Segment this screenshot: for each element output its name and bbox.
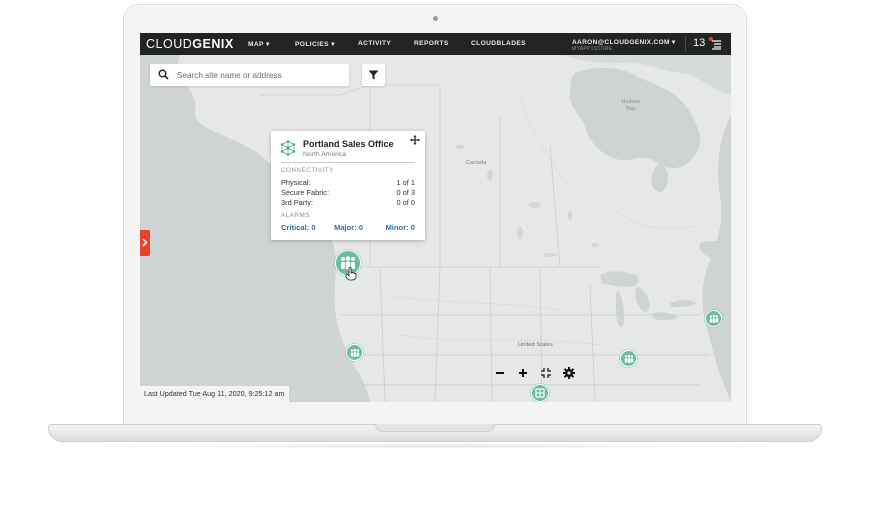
alarms-label: ALARMS: [281, 212, 310, 219]
laptop-shadow: [90, 443, 780, 449]
last-updated-text: Last Updated Tue Aug 11, 2020, 9:25:12 a…: [140, 386, 289, 402]
laptop-notch: [375, 424, 495, 432]
filter-icon: [368, 70, 379, 80]
popup-title: Portland Sales Office: [303, 139, 394, 149]
nav-map[interactable]: MAP ▾: [248, 40, 270, 48]
map-label-canada: Canada: [466, 160, 487, 166]
filter-button[interactable]: [362, 64, 385, 86]
site-popup: Portland Sales Office North America CONN…: [271, 131, 425, 240]
alarm-critical-link[interactable]: Critical: 0: [281, 223, 316, 232]
map-label-united-states: United States: [518, 342, 553, 348]
collapse-icon: [541, 368, 551, 378]
brand-logo[interactable]: CLOUDGENIX: [146, 37, 234, 51]
row-physical-label: Physical:: [281, 178, 311, 187]
popup-divider: [281, 162, 415, 163]
minus-icon: [496, 372, 504, 374]
notification-count[interactable]: 13: [693, 37, 705, 49]
top-navigation: CLOUDGENIX MAP ▾ POLICIES ▾ ACTIVITY REP…: [140, 33, 731, 55]
search-input[interactable]: [177, 67, 342, 83]
map-settings-button[interactable]: [562, 366, 576, 380]
zoom-in-button[interactable]: [516, 366, 530, 380]
alarm-major-link[interactable]: Major: 0: [334, 223, 363, 232]
row-physical-value: 1 of 1: [396, 178, 416, 187]
nav-policies[interactable]: POLICIES ▾: [295, 40, 335, 48]
site-network-icon: [280, 140, 296, 156]
building-icon: [535, 388, 545, 398]
row-third-party-value: 0 of 0: [396, 198, 416, 207]
nav-divider: [685, 36, 686, 52]
user-tenant: MYAPP1STORE: [572, 45, 613, 52]
app-screen: Hudson Bay Canada United States CLOUDGEN…: [140, 33, 731, 402]
connectivity-label: CONNECTIVITY: [281, 167, 334, 174]
notification-dot: [709, 37, 713, 41]
sidebar-toggle[interactable]: [140, 230, 150, 256]
laptop-camera: [433, 16, 438, 21]
map-label-hudson-bay: Hudson Bay: [621, 99, 641, 112]
people-icon: [709, 314, 718, 323]
chevron-right-icon: [142, 238, 148, 247]
popup-subtitle: North America: [303, 151, 347, 158]
row-secure-fabric-value: 0 of 3: [396, 188, 416, 197]
alarm-minor-link[interactable]: Minor: 0: [385, 223, 415, 232]
site-marker[interactable]: [705, 310, 722, 327]
people-icon: [350, 348, 359, 357]
zoom-out-button[interactable]: [493, 366, 507, 380]
move-icon[interactable]: [410, 135, 420, 145]
fit-view-button[interactable]: [539, 366, 553, 380]
site-marker[interactable]: [620, 350, 637, 367]
row-secure-fabric-label: Secure Fabric:: [281, 188, 330, 197]
gear-icon: [563, 367, 575, 379]
site-marker[interactable]: [346, 344, 363, 361]
nav-reports[interactable]: REPORTS: [414, 40, 449, 47]
row-third-party-label: 3rd Party:: [281, 198, 314, 207]
people-icon: [624, 354, 633, 363]
plus-icon: [519, 369, 527, 377]
site-search[interactable]: [150, 64, 349, 86]
search-icon: [158, 69, 169, 80]
nav-cloudblades[interactable]: CLOUDBLADES: [471, 40, 526, 47]
datacenter-marker[interactable]: [531, 384, 549, 402]
hand-cursor-icon: [345, 267, 357, 281]
nav-activity[interactable]: ACTIVITY: [358, 40, 391, 47]
